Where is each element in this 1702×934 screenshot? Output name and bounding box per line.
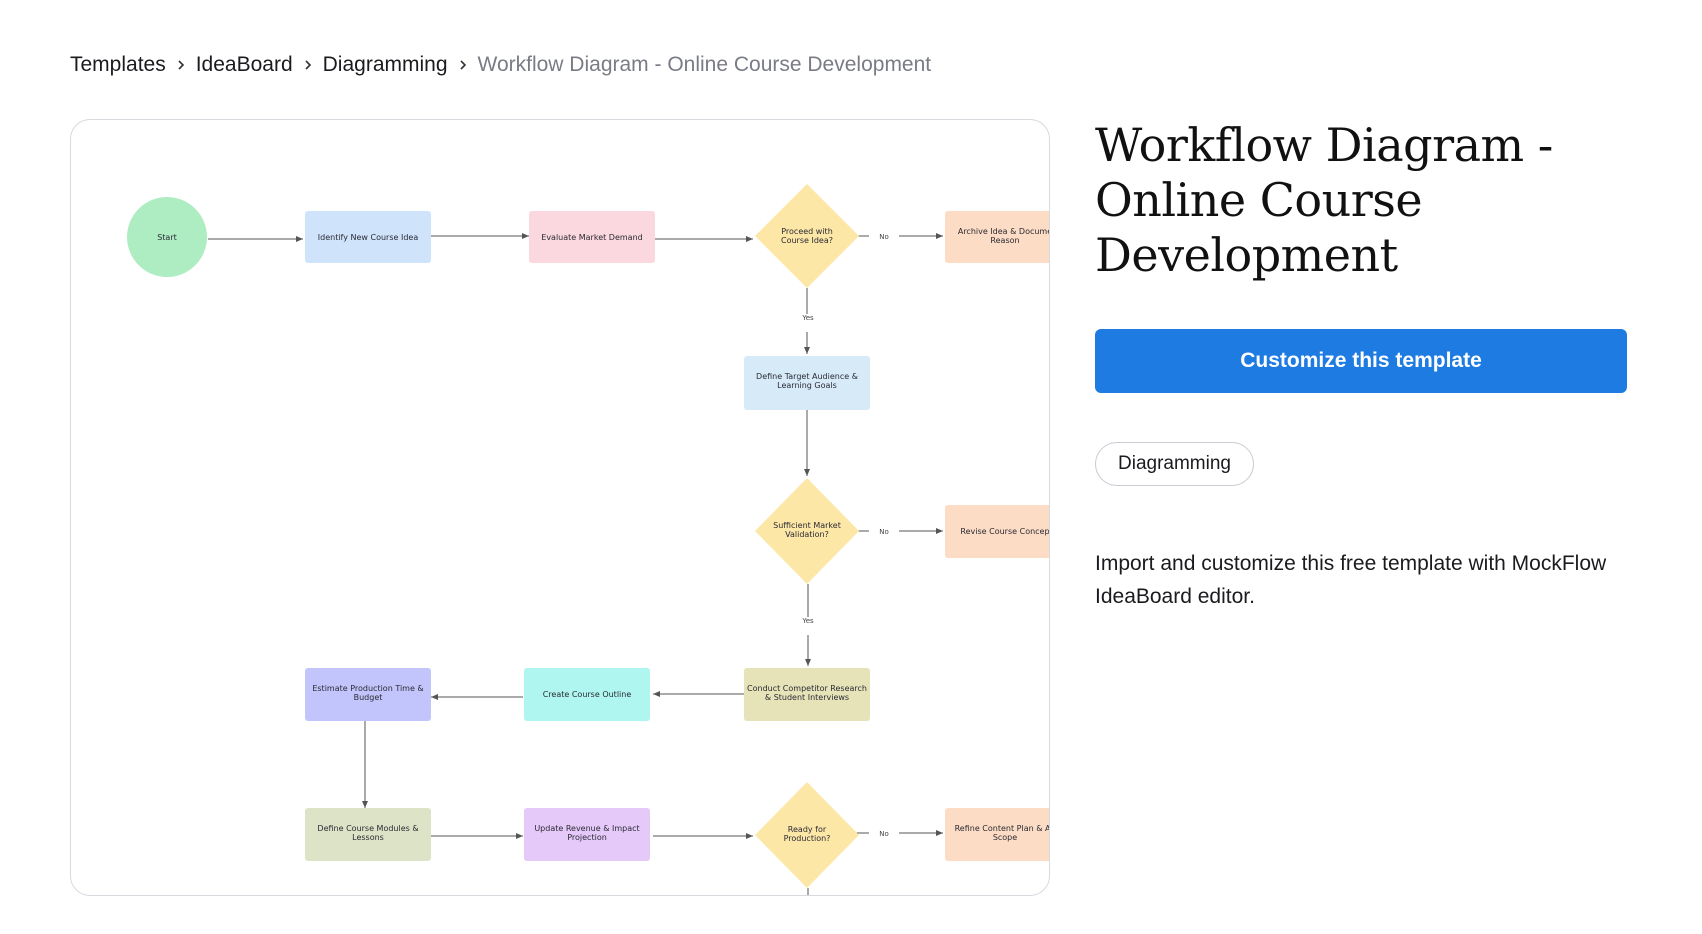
node-define-audience-label-2: Learning Goals: [777, 381, 837, 390]
node-create-outline-label: Create Course Outline: [543, 690, 632, 699]
node-ready-label-1: Ready for: [788, 825, 827, 834]
node-revenue-label-1: Update Revenue & Impact: [534, 824, 639, 833]
node-conduct-label-1: Conduct Competitor Research: [747, 684, 867, 693]
customize-template-button[interactable]: Customize this template: [1095, 329, 1627, 393]
page-title: Workflow Diagram - Online Course Develop…: [1095, 118, 1553, 282]
node-proceed-label-2: Course Idea?: [781, 236, 833, 245]
edge-label-yes: Yes: [801, 617, 814, 625]
chevron-right-icon: [448, 59, 478, 71]
node-evaluate-label: Evaluate Market Demand: [541, 233, 642, 242]
node-identify-label: Identify New Course Idea: [318, 233, 419, 242]
template-description: Import and customize this free template …: [1095, 552, 1607, 608]
node-archive-label-1: Archive Idea & Docume: [958, 227, 1049, 236]
node-define-audience-label-1: Define Target Audience &: [756, 372, 858, 381]
node-conduct-label-2: & Student Interviews: [765, 693, 849, 702]
node-revise-label: Revise Course Concep: [960, 527, 1049, 536]
diagram-edges: [208, 233, 943, 895]
template-preview[interactable]: No Yes No Yes No Start Identify New Cour…: [70, 119, 1050, 896]
edge-label-no: No: [879, 830, 889, 838]
category-tag-diagramming[interactable]: Diagramming: [1095, 442, 1254, 486]
edge-label-no: No: [879, 528, 889, 536]
node-estimate-label-2: Budget: [354, 693, 383, 702]
node-sufficient-label-2: Validation?: [785, 530, 829, 539]
edge-label-yes: Yes: [801, 314, 814, 322]
breadcrumb: Templates IdeaBoard Diagramming Workflow…: [70, 50, 931, 80]
node-ready-label-2: Production?: [784, 834, 831, 843]
breadcrumb-diagramming[interactable]: Diagramming: [323, 50, 448, 80]
breadcrumb-current-page: Workflow Diagram - Online Course Develop…: [477, 53, 932, 76]
node-revenue-label-2: Projection: [567, 833, 607, 842]
node-sufficient-label-1: Sufficient Market: [773, 521, 841, 530]
node-refine-label-1: Refine Content Plan & Ad: [955, 824, 1049, 833]
workflow-diagram: No Yes No Yes No Start Identify New Cour…: [127, 184, 1049, 895]
node-modules-label-1: Define Course Modules &: [317, 824, 418, 833]
node-modules-label-2: Lessons: [352, 833, 384, 842]
chevron-right-icon: [293, 59, 323, 71]
breadcrumb-ideaboard[interactable]: IdeaBoard: [196, 50, 293, 80]
node-start-label: Start: [157, 233, 177, 242]
node-archive-label-2: Reason: [990, 236, 1019, 245]
node-estimate-label-1: Estimate Production Time &: [312, 684, 423, 693]
edge-label-no: No: [879, 233, 889, 241]
breadcrumb-templates[interactable]: Templates: [70, 50, 166, 80]
chevron-right-icon: [166, 59, 196, 71]
node-refine-label-2: Scope: [993, 833, 1017, 842]
node-proceed-label-1: Proceed with: [781, 227, 833, 236]
